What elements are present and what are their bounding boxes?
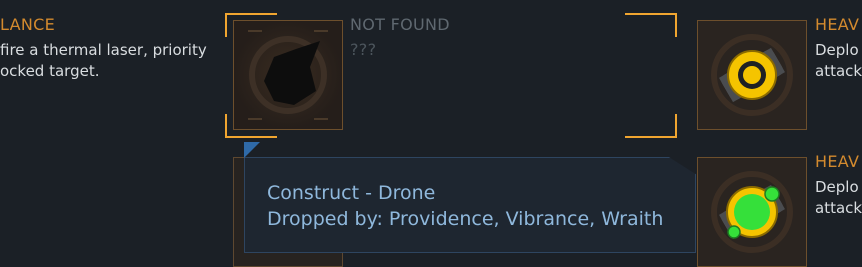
selection-bracket-tr <box>625 13 677 37</box>
item-desc-right-top-1: Deplo <box>815 41 859 59</box>
item-title-selected: NOT FOUND <box>350 15 450 34</box>
item-desc-right-top-2: attack <box>815 62 862 80</box>
item-subtitle-selected: ??? <box>350 40 377 59</box>
selection-bracket-bl <box>225 114 277 138</box>
item-title-left: LANCE <box>0 15 55 34</box>
item-desc-left-2: ocked target. <box>0 62 100 80</box>
item-title-right-top: HEAV <box>815 15 860 34</box>
item-tooltip: Construct - Drone Dropped by: Providence… <box>244 157 696 253</box>
unknown-item-icon <box>234 21 342 129</box>
yellow-drone-slot[interactable] <box>697 20 807 130</box>
selection-bracket-tl <box>225 13 277 37</box>
item-title-right-bottom: HEAV <box>815 152 860 171</box>
yellow-drone-icon <box>698 21 806 129</box>
item-desc-left-1: fire a thermal laser, priority <box>0 41 207 59</box>
tooltip-pointer <box>244 142 260 158</box>
item-desc-right-bottom-2: attack <box>815 199 862 217</box>
item-grid: LANCE fire a thermal laser, priority ock… <box>0 0 862 267</box>
green-drone-icon <box>698 158 806 266</box>
item-desc-right-bottom-1: Deplo <box>815 178 859 196</box>
green-drone-slot[interactable] <box>697 157 807 267</box>
selection-bracket-br <box>625 114 677 138</box>
tooltip-type: Construct - Drone <box>267 182 436 204</box>
tooltip-dropped-by: Dropped by: Providence, Vibrance, Wraith <box>267 208 664 230</box>
